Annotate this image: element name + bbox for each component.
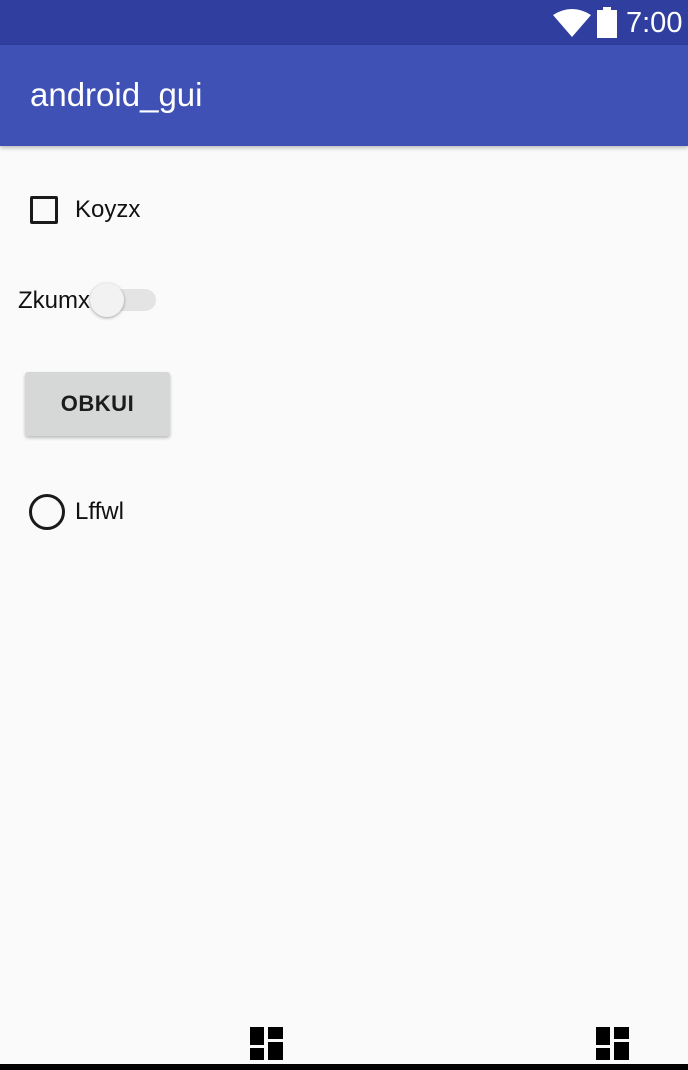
battery-icon [597,7,617,38]
switch-thumb[interactable] [90,283,124,317]
bottom-divider [0,1064,688,1070]
radio-circle[interactable] [29,494,65,530]
wifi-icon [553,9,591,37]
checkbox-box[interactable] [30,196,58,224]
switch-label: Zkumx [18,287,90,314]
toggle-switch[interactable] [90,282,156,320]
app-title: android_gui [30,76,203,113]
grid-icon[interactable] [250,1027,283,1060]
checkbox-koyzx[interactable]: Koyzx [30,192,140,228]
status-time: 7:00 [626,7,683,39]
obkui-button[interactable]: OBKUI [25,372,170,436]
status-bar: 7:00 [0,0,688,45]
checkbox-label: Koyzx [75,196,141,223]
app-bar: android_gui [0,45,688,146]
switch-zkumx[interactable]: Zkumx [18,282,156,320]
grid-icon[interactable] [596,1027,629,1060]
radio-lffwl[interactable]: Lffwl [29,493,124,531]
radio-label: Lffwl [75,498,124,525]
